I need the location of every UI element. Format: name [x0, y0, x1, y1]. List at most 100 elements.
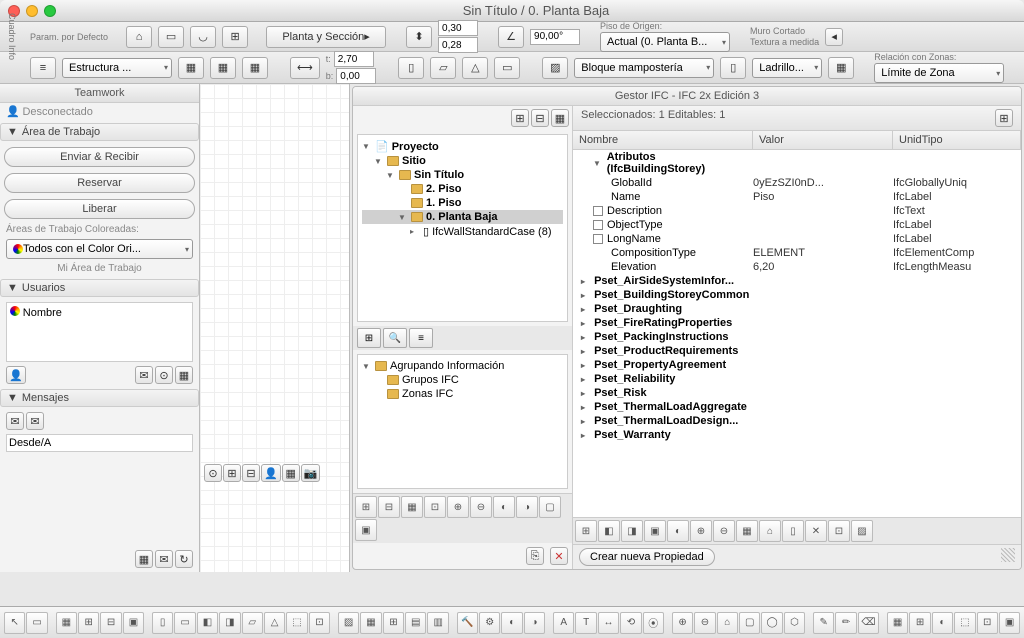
- brick-btn-2[interactable]: ▦: [210, 57, 236, 79]
- ifc-properties: Seleccionados: 1 Editables: 1 ⊞ Nombre V…: [573, 106, 1021, 569]
- b-field[interactable]: 0,00: [336, 68, 376, 84]
- tab-3[interactable]: ≡: [409, 328, 433, 348]
- selection-info: Seleccionados: 1 Editables: 1 ⊞: [573, 106, 1021, 131]
- wall-type-2[interactable]: ▱: [430, 57, 456, 79]
- tool-btn-3[interactable]: ◡: [190, 26, 216, 48]
- layer-icon[interactable]: ≡: [30, 57, 56, 79]
- user-tool-3[interactable]: ⊙: [155, 366, 173, 384]
- wall-type-4[interactable]: ▭: [494, 57, 520, 79]
- users-header[interactable]: ▼ Usuarios: [0, 279, 199, 297]
- ifc-right-toolstrip: ⊞◧◨▣◐⊕⊖▦⌂▯✕⊡▨: [573, 517, 1021, 544]
- minimize-icon[interactable]: [26, 5, 38, 17]
- tool-btn-2[interactable]: ▭: [158, 26, 184, 48]
- nav-tool-2[interactable]: ⊞: [223, 464, 241, 482]
- info-panel-tab[interactable]: Cuadro Info: [6, 12, 24, 61]
- my-area-label: Mi Área de Trabajo: [0, 261, 199, 276]
- ls-tool[interactable]: ⊞: [355, 496, 377, 518]
- user-tool-1[interactable]: 👤: [6, 366, 26, 384]
- messages-header[interactable]: ▼ Mensajes: [0, 389, 199, 407]
- checkbox-icon[interactable]: [593, 234, 603, 244]
- angle-icon[interactable]: ∠: [498, 26, 524, 48]
- color-wheel-icon: [13, 244, 23, 254]
- tab-2[interactable]: 🔍: [383, 328, 407, 348]
- dim-icon[interactable]: ⟷: [290, 57, 320, 79]
- teamwork-title: Teamwork: [0, 84, 199, 103]
- structure-select[interactable]: Estructura ...: [62, 58, 172, 78]
- block-select[interactable]: Bloque mampostería: [574, 58, 714, 78]
- messages-list: Desde/A: [6, 434, 193, 452]
- prop-columns: Nombre Valor UnidTipo: [573, 131, 1021, 150]
- floor-origin-select[interactable]: Actual (0. Planta B...: [600, 32, 730, 52]
- group-tree[interactable]: ▼ Agrupando Información Grupos IFC Zonas…: [357, 354, 568, 489]
- t-field[interactable]: 2,70: [334, 51, 374, 67]
- apply-icon[interactable]: ⎘: [526, 547, 544, 565]
- tool-btn-4[interactable]: ⊞: [222, 26, 248, 48]
- toolbar-top: Cuadro Info Param. por Defecto ⌂ ▭ ◡ ⊞ P…: [0, 22, 1024, 52]
- teamwork-panel: Teamwork 👤 Desconectado ▼ Área de Trabaj…: [0, 84, 200, 572]
- project-tree[interactable]: ▼📄 Proyecto ▼ Sitio ▼ Sin Título 2. Piso…: [357, 134, 568, 322]
- param-label: Param. por Defecto: [30, 32, 108, 42]
- nav-tool-6[interactable]: 📷: [301, 464, 321, 482]
- drawing-canvas[interactable]: ⊙ ⊞ ⊟ 👤 ▦ 📷: [200, 84, 350, 572]
- tree-view-1[interactable]: ⊞: [511, 109, 529, 127]
- maximize-icon[interactable]: [44, 5, 56, 17]
- nav-tool-3[interactable]: ⊟: [242, 464, 260, 482]
- user-icon: 👤: [6, 106, 20, 118]
- tw-foot-2[interactable]: ✉: [155, 550, 173, 568]
- tree-item-selected[interactable]: ▼ 0. Planta Baja: [362, 210, 563, 224]
- prop-menu-icon[interactable]: ⊞: [995, 109, 1013, 127]
- nav-tool-1[interactable]: ⊙: [204, 464, 222, 482]
- close-icon[interactable]: ✕: [550, 547, 568, 565]
- nav-tool-4[interactable]: 👤: [261, 464, 281, 482]
- wall-type-1[interactable]: ▯: [398, 57, 424, 79]
- brick-btn-1[interactable]: ▦: [178, 57, 204, 79]
- material-icon[interactable]: ▯: [720, 57, 746, 79]
- color-wheel-icon: [10, 306, 20, 316]
- reserve-button[interactable]: Reservar: [4, 173, 195, 193]
- msg-tool-2[interactable]: ✉: [26, 412, 44, 430]
- brick-select[interactable]: Ladrillo...: [752, 58, 822, 78]
- user-tool-2[interactable]: ✉: [135, 366, 153, 384]
- marquee-tool[interactable]: ▭: [26, 612, 47, 634]
- colored-areas-label: Áreas de Trabajo Coloreadas:: [0, 222, 199, 237]
- user-tool-4[interactable]: ▦: [175, 366, 193, 384]
- msg-tool-1[interactable]: ✉: [6, 412, 24, 430]
- hatch-icon[interactable]: ▨: [542, 57, 568, 79]
- arrow-tool[interactable]: ↖: [4, 612, 25, 634]
- ifc-footer: Crear nueva Propiedad: [573, 544, 1021, 569]
- tab-1[interactable]: ⊞: [357, 328, 381, 348]
- angle-field[interactable]: 90,00°: [530, 29, 580, 45]
- dim-field-1[interactable]: 0,30: [438, 20, 478, 36]
- release-button[interactable]: Liberar: [4, 199, 195, 219]
- section-button[interactable]: Planta y Sección ▸: [266, 26, 386, 48]
- dim-field-2[interactable]: 0,28: [438, 37, 478, 53]
- tree-view-2[interactable]: ⊟: [531, 109, 549, 127]
- titlebar: Sin Título / 0. Planta Baja: [0, 0, 1024, 22]
- wall-type-3[interactable]: △: [462, 57, 488, 79]
- zone-rel-select[interactable]: Límite de Zona: [874, 63, 1004, 83]
- tool-btn-1[interactable]: ⌂: [126, 26, 152, 48]
- expand-icon[interactable]: ◂: [825, 28, 843, 46]
- toolbar-second: ≡ Estructura ... ▦ ▦ ▦ ⟷ t:2,70 b:0,00 ▯…: [0, 52, 1024, 84]
- checkbox-icon[interactable]: [593, 206, 603, 216]
- brick-btn-3[interactable]: ▦: [242, 57, 268, 79]
- nav-tool-5[interactable]: ▦: [282, 464, 300, 482]
- send-receive-button[interactable]: Enviar & Recibir: [4, 147, 195, 167]
- ifc-title: Gestor IFC - IFC 2x Edición 3: [353, 87, 1021, 106]
- new-property-button[interactable]: Crear nueva Propiedad: [579, 548, 715, 566]
- workarea-header[interactable]: ▼ Área de Trabajo: [0, 123, 199, 141]
- main-area: Teamwork 👤 Desconectado ▼ Área de Trabaj…: [0, 84, 1024, 572]
- checkbox-icon[interactable]: [593, 220, 603, 230]
- tree-view-3[interactable]: ▦: [551, 109, 569, 127]
- properties-list[interactable]: ▼Atributos (IfcBuildingStorey) GlobalId0…: [573, 150, 1021, 517]
- tw-foot-3[interactable]: ↻: [175, 550, 193, 568]
- color-select[interactable]: Todos con el Color Ori...: [6, 239, 193, 259]
- window-title: Sin Título / 0. Planta Baja: [56, 3, 1016, 18]
- pattern-icon[interactable]: ▦: [828, 57, 854, 79]
- resize-grip[interactable]: [1001, 548, 1015, 562]
- tree-tabs: ⊞ 🔍 ≡: [353, 326, 572, 350]
- height-icon[interactable]: ⬍: [406, 26, 432, 48]
- users-list: Nombre: [6, 302, 193, 362]
- tw-foot-1[interactable]: ▦: [135, 550, 153, 568]
- texture-label: Textura a medida: [750, 37, 819, 47]
